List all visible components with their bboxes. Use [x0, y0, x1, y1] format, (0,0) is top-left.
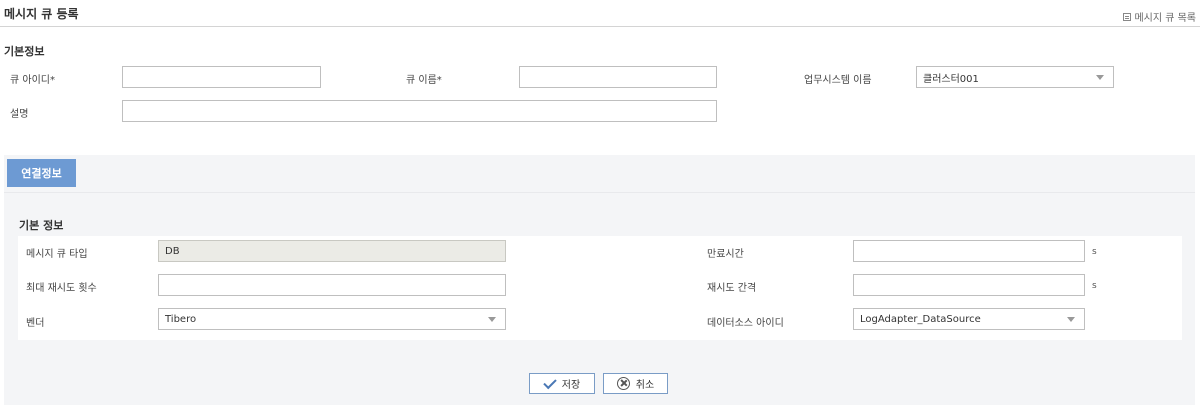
chevron-down-icon — [488, 316, 496, 322]
retry-interval-input[interactable] — [853, 274, 1085, 296]
queue-id-input[interactable] — [122, 66, 321, 88]
cancel-button[interactable]: 취소 — [603, 373, 668, 394]
expire-time-input[interactable] — [853, 240, 1085, 262]
queue-name-label: 큐 이름* — [406, 75, 442, 86]
retry-interval-label: 재시도 간격 — [707, 283, 757, 294]
tab-connection-info[interactable]: 연결정보 — [7, 159, 76, 187]
save-button[interactable]: 저장 — [529, 373, 595, 394]
datasource-value: LogAdapter_DataSource — [860, 313, 981, 325]
chevron-down-icon — [1096, 74, 1104, 80]
vendor-value: Tibero — [165, 313, 197, 325]
connection-info-area: 연결정보 기본 정보 메시지 큐 타입 만료시간 s 최대 재시도 횟수 재시도… — [4, 155, 1195, 405]
check-icon — [543, 375, 557, 389]
expire-time-label: 만료시간 — [707, 249, 744, 260]
connection-form-panel: 메시지 큐 타입 만료시간 s 최대 재시도 횟수 재시도 간격 s 벤더 Ti… — [18, 236, 1182, 340]
max-retry-label: 최대 재시도 횟수 — [26, 283, 97, 294]
save-button-label: 저장 — [561, 380, 581, 391]
chevron-down-icon — [1067, 316, 1075, 322]
vendor-select[interactable]: Tibero — [158, 308, 506, 330]
description-input[interactable] — [122, 100, 717, 122]
queue-type-label: 메시지 큐 타입 — [26, 249, 88, 260]
page-header: 메시지 큐 등록 메시지 큐 목록 — [0, 0, 1200, 27]
vendor-label: 벤더 — [26, 318, 45, 329]
retry-interval-unit: s — [1092, 281, 1097, 291]
business-system-label: 업무시스템 이름 — [804, 75, 872, 86]
expire-time-unit: s — [1092, 247, 1097, 257]
basic-info-title: 기본정보 — [4, 45, 45, 58]
page-title: 메시지 큐 등록 — [4, 7, 79, 21]
business-system-select[interactable]: 클러스터001 — [916, 66, 1114, 88]
datasource-select[interactable]: LogAdapter_DataSource — [853, 308, 1085, 330]
queue-name-input[interactable] — [519, 66, 717, 88]
datasource-label: 데이터소스 아이디 — [707, 318, 784, 329]
queue-id-label: 큐 아이디* — [10, 75, 55, 86]
list-link-label: 메시지 큐 목록 — [1134, 13, 1196, 24]
max-retry-input[interactable] — [158, 274, 506, 296]
tab-strip: 연결정보 — [4, 155, 1195, 193]
cancel-button-label: 취소 — [635, 380, 655, 391]
description-label: 설명 — [10, 109, 29, 120]
message-queue-list-link[interactable]: 메시지 큐 목록 — [1123, 9, 1196, 24]
queue-type-input — [158, 240, 506, 262]
close-circle-icon — [616, 377, 630, 390]
connection-basic-info-title: 기본 정보 — [19, 219, 64, 232]
list-icon — [1123, 12, 1132, 21]
business-system-value: 클러스터001 — [923, 73, 979, 85]
